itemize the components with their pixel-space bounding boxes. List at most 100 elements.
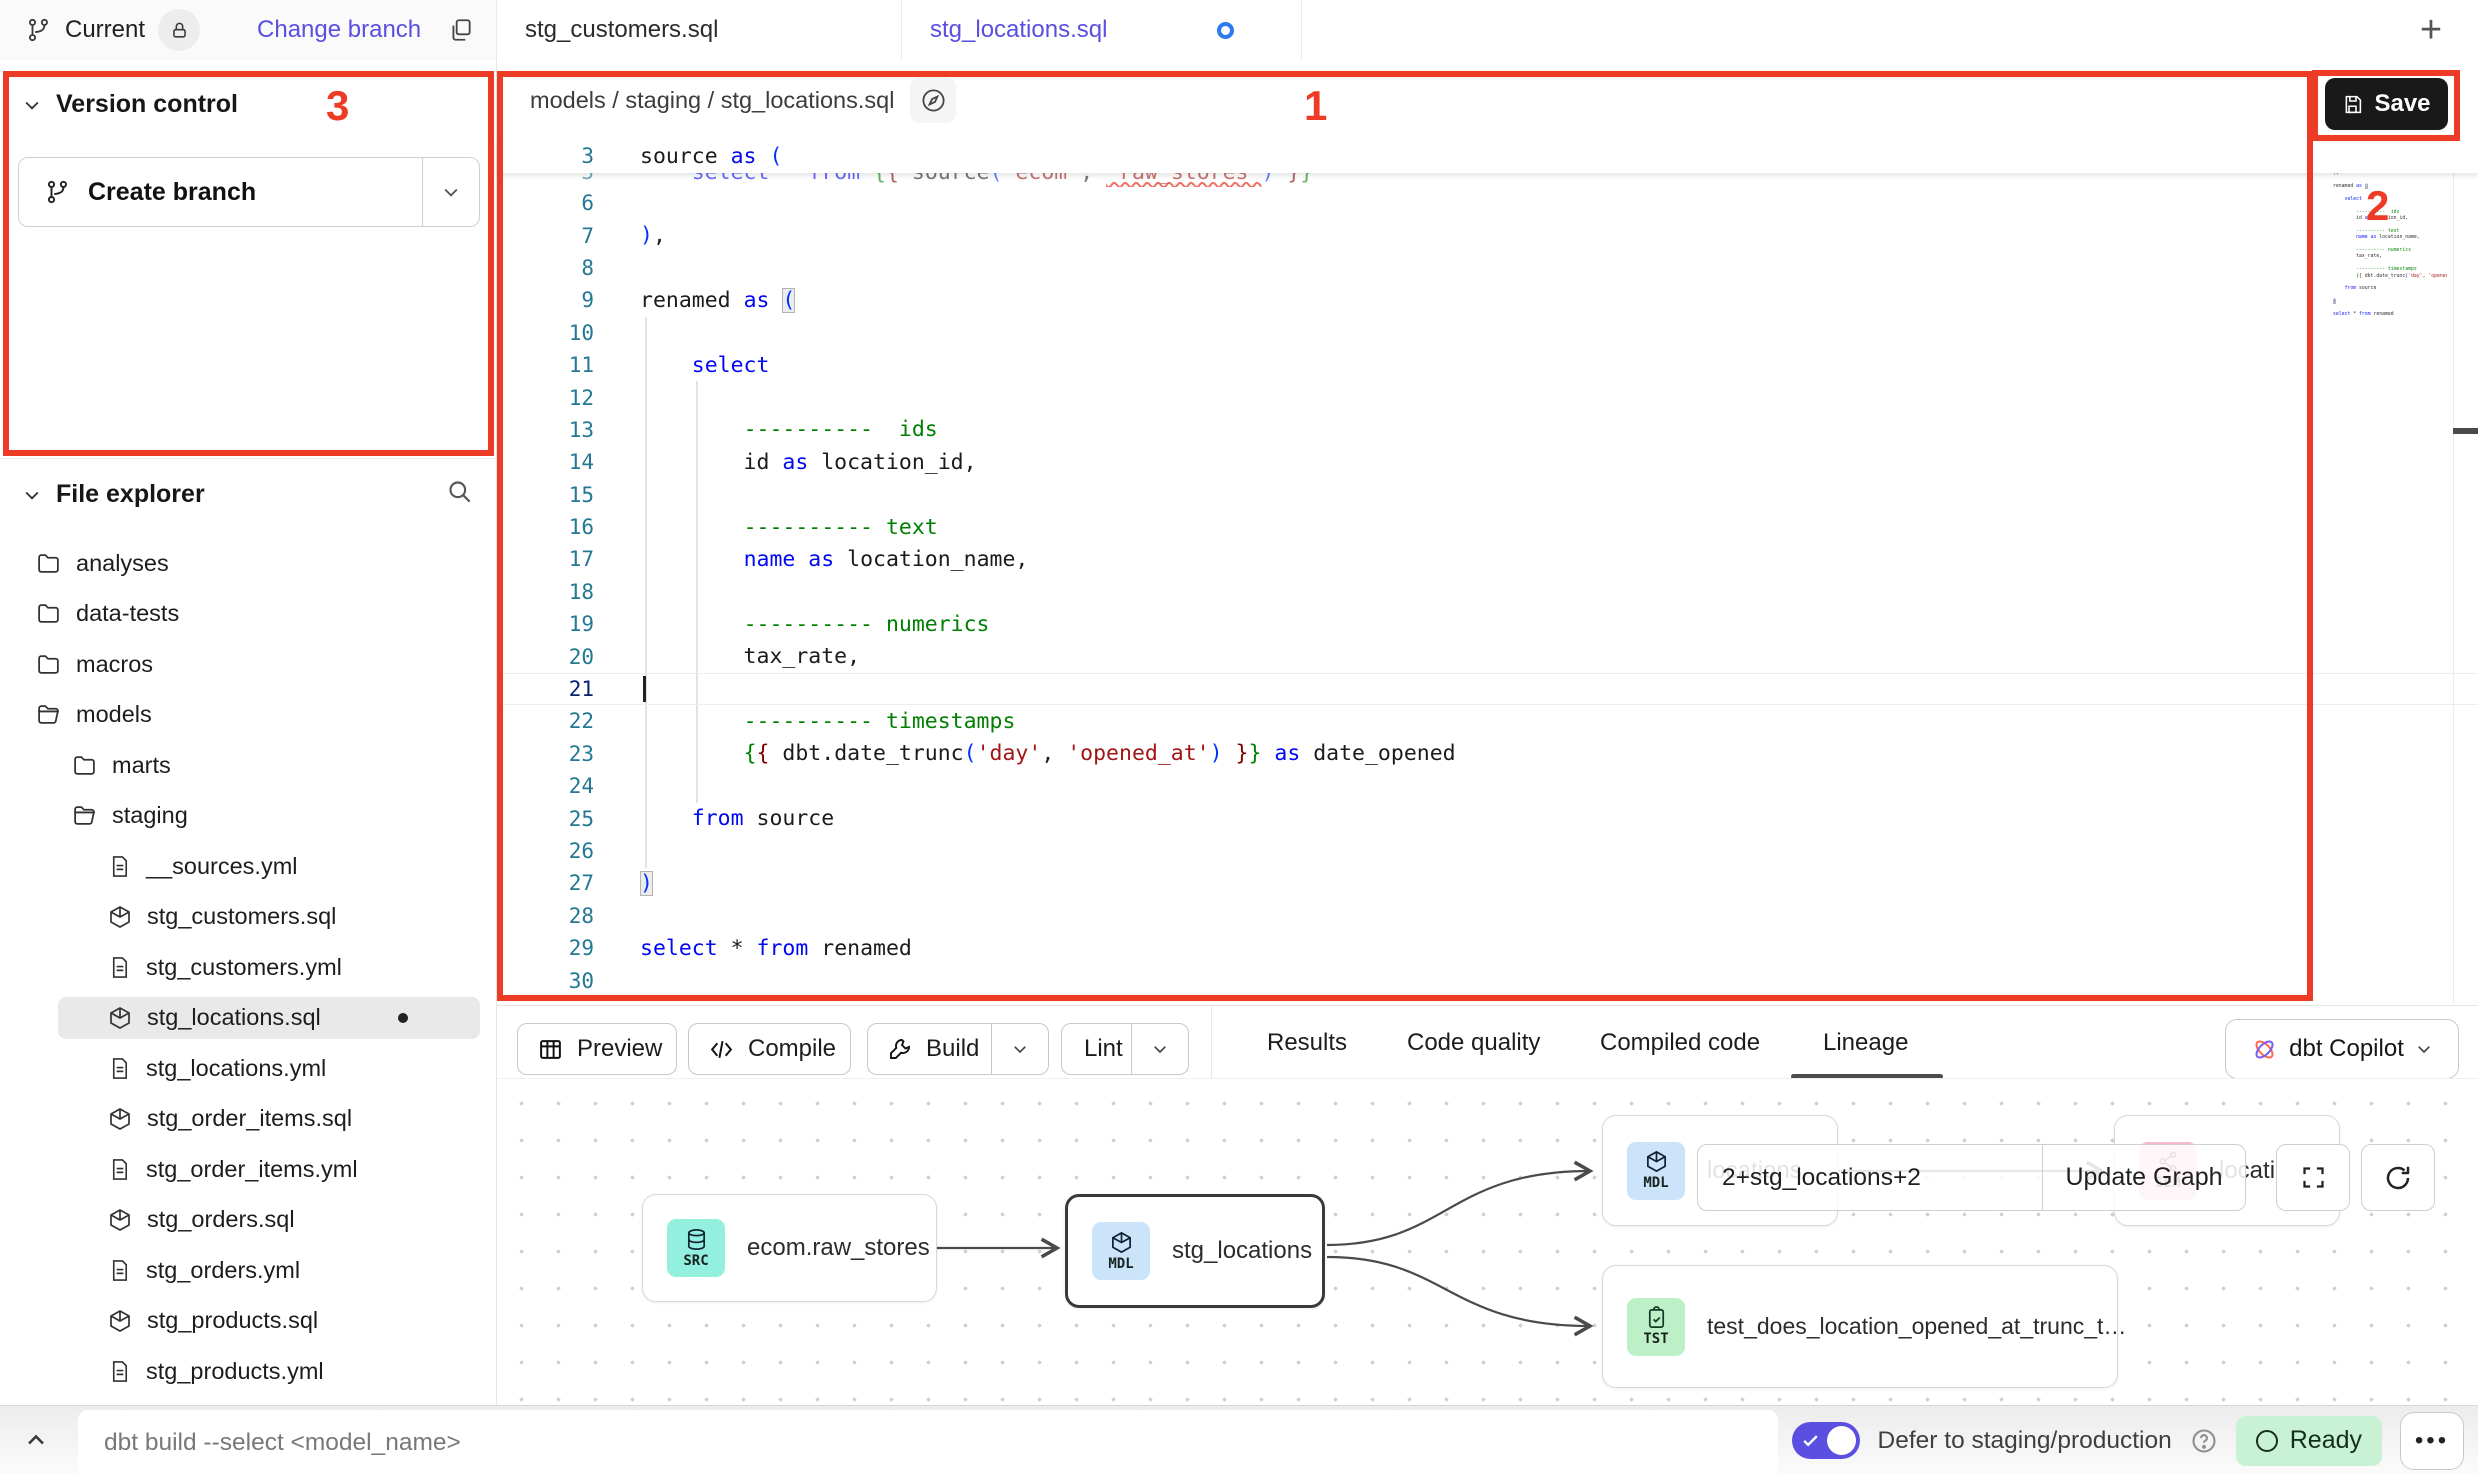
code-line-10: 10 (497, 317, 2478, 349)
status-circle-icon (2256, 1430, 2278, 1452)
code-line-9: 9renamed as ( (497, 284, 2478, 316)
line-number: 24 (497, 774, 607, 798)
tree-item-macros[interactable]: macros (0, 639, 497, 690)
compile-button[interactable]: Compile (688, 1023, 851, 1075)
lineage-selector-input[interactable]: 2+stg_locations+2 (1698, 1145, 2042, 1210)
help-icon[interactable] (2190, 1427, 2218, 1455)
sidebar: Version control Create branch File explo… (0, 60, 497, 1474)
chevron-up-icon[interactable] (22, 1426, 50, 1454)
editor-tab-stg-customers[interactable]: stg_customers.sql (497, 0, 902, 60)
lint-dropdown[interactable] (1131, 1024, 1188, 1074)
model-icon (108, 1107, 132, 1131)
tree-item-label: stg_orders.sql (147, 1206, 295, 1233)
code-line-24: 24 (497, 770, 2478, 802)
command-input[interactable]: dbt build --select <model_name> (78, 1410, 1778, 1474)
file-icon (108, 1057, 131, 1080)
tree-item-models[interactable]: models (0, 690, 497, 741)
version-control-header[interactable]: Version control (22, 90, 238, 119)
tree-item-stg-customers-sql[interactable]: stg_customers.sql (0, 892, 497, 943)
tree-item-stg-products-sql[interactable]: stg_products.sql (0, 1296, 497, 1347)
tree-item-marts[interactable]: marts (0, 740, 497, 791)
line-number: 27 (497, 871, 607, 895)
dbt-copilot-button[interactable]: dbt Copilot (2225, 1019, 2459, 1079)
create-branch-button[interactable]: Create branch (18, 157, 480, 227)
lineage-node-test[interactable]: TST test_does_location_opened_at_trunc_t… (1602, 1265, 2118, 1388)
editor-tab-stg-locations[interactable]: stg_locations.sql (902, 0, 1302, 60)
tree-item-stg-locations-sql[interactable]: stg_locations.sql (0, 993, 497, 1044)
code-line-25: 25 from source (497, 802, 2478, 834)
file-search-icon[interactable] (446, 478, 473, 505)
tree-item-stg-orders-sql[interactable]: stg_orders.sql (0, 1195, 497, 1246)
tab-results[interactable]: Results (1267, 1006, 1347, 1079)
model-badge: MDL (1092, 1222, 1150, 1280)
copilot-logo-icon (2251, 1036, 2278, 1063)
tree-item-stg-locations-yml[interactable]: stg_locations.yml (0, 1043, 497, 1094)
chevron-down-icon (441, 182, 461, 202)
tab-lineage[interactable]: Lineage (1823, 1006, 1908, 1079)
toolbar-separator (1211, 1006, 1212, 1079)
model-icon (108, 1006, 132, 1030)
fullscreen-button[interactable] (2276, 1144, 2350, 1211)
line-number: 15 (497, 483, 607, 507)
scrollbar-thumb[interactable] (2453, 428, 2478, 434)
code-editor-panel[interactable]: models / staging / stg_locations.sql Sav… (497, 60, 2478, 1005)
line-number: 7 (497, 224, 607, 248)
file-explorer-header[interactable]: File explorer (22, 480, 205, 509)
branch-segment: Current Change branch (0, 0, 497, 60)
tree-item-stg-order-items-yml[interactable]: stg_order_items.yml (0, 1144, 497, 1195)
create-branch-dropdown[interactable] (422, 158, 479, 226)
tree-item-data-tests[interactable]: data-tests (0, 589, 497, 640)
file-icon (108, 1360, 131, 1383)
defer-label: Defer to staging/production (1878, 1427, 2172, 1455)
tree-item-label: macros (76, 651, 153, 678)
tree-item-stg-order-items-sql[interactable]: stg_order_items.sql (0, 1094, 497, 1145)
defer-toggle[interactable] (1792, 1422, 1860, 1459)
model-icon (108, 1208, 132, 1232)
file-icon (108, 855, 131, 878)
code-lines[interactable]: 6 7),8 9renamed as (10 11 select12 13 --… (497, 187, 2478, 997)
tree-item-label: data-tests (76, 600, 179, 627)
lineage-node-stg-locations[interactable]: MDL stg_locations (1065, 1194, 1325, 1308)
change-branch-link[interactable]: Change branch (257, 16, 421, 44)
line-number: 28 (497, 904, 607, 928)
lineage-graph[interactable]: SRC ecom.raw_stores MDL stg_locations MD… (497, 1078, 2478, 1405)
fullscreen-icon (2300, 1164, 2327, 1191)
preview-button[interactable]: Preview (517, 1023, 677, 1075)
tree-item-stg-orders-yml[interactable]: stg_orders.yml (0, 1245, 497, 1296)
line-number: 29 (497, 936, 607, 960)
tab-compiled-code[interactable]: Compiled code (1600, 1006, 1760, 1079)
new-tab-button[interactable]: + (2407, 6, 2455, 54)
lint-button[interactable]: Lint (1061, 1023, 1189, 1075)
tree-item-stg-products-yml[interactable]: stg_products.yml (0, 1346, 497, 1397)
sidebar-divider (0, 458, 497, 459)
toggle-knob (1827, 1426, 1856, 1455)
folder-icon (36, 652, 61, 677)
copy-icon[interactable] (448, 17, 474, 43)
status-badge[interactable]: Ready (2236, 1416, 2382, 1466)
tree-item-stg-customers-yml[interactable]: stg_customers.yml (0, 942, 497, 993)
partially-scrolled-code-line: 5 select * from {{ source('ecom', 'raw_s… (497, 173, 2478, 187)
tab-code-quality[interactable]: Code quality (1407, 1006, 1540, 1079)
tree-item--sources-yml[interactable]: __sources.yml (0, 841, 497, 892)
build-dropdown[interactable] (991, 1024, 1048, 1074)
code-line-27: 27) (497, 867, 2478, 899)
line-number: 6 (497, 191, 607, 215)
more-options-button[interactable]: ••• (2400, 1412, 2464, 1470)
code-line-15: 15 (497, 479, 2478, 511)
lineage-node-source[interactable]: SRC ecom.raw_stores (642, 1194, 937, 1302)
view-lineage-icon[interactable] (910, 77, 956, 123)
model-badge: MDL (1627, 1142, 1685, 1200)
tree-item-analyses[interactable]: analyses (0, 538, 497, 589)
build-button[interactable]: Build (867, 1023, 1049, 1075)
database-icon (685, 1228, 708, 1251)
update-graph-button[interactable]: Update Graph (2043, 1145, 2245, 1210)
folder-icon (36, 601, 61, 626)
line-number: 18 (497, 580, 607, 604)
tree-item-staging[interactable]: staging (0, 791, 497, 842)
folder-open-icon (72, 803, 97, 828)
tree-item-label: stg_products.yml (146, 1358, 324, 1385)
save-button[interactable]: Save (2325, 78, 2448, 130)
refresh-button[interactable] (2361, 1144, 2435, 1211)
code-line-16: 16 ---------- text (497, 511, 2478, 543)
table-icon (538, 1037, 563, 1062)
